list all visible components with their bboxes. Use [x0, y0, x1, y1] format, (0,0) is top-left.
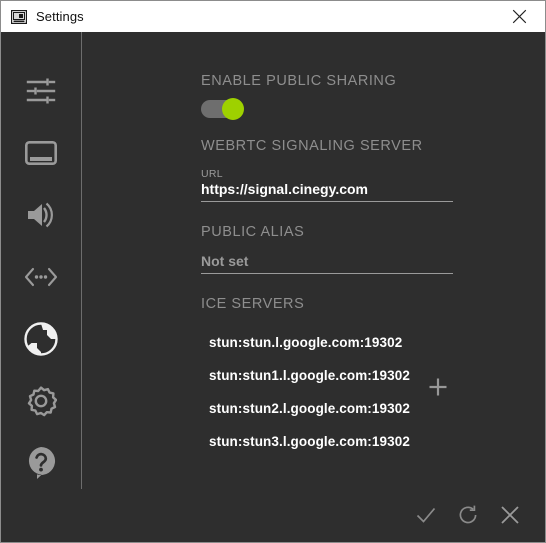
sidebar-item-api[interactable] — [1, 246, 81, 308]
refresh-icon — [459, 505, 477, 524]
speaker-icon — [28, 202, 53, 228]
sidebar-item-screen[interactable] — [1, 122, 81, 184]
toggle-knob — [222, 98, 244, 120]
signaling-url-field[interactable]: URL https://signal.cinegy.com — [201, 168, 453, 202]
globe-icon — [24, 322, 58, 356]
list-item[interactable]: stun:stun2.l.google.com:19302 — [209, 392, 410, 425]
code-brackets-icon — [24, 267, 58, 287]
app-monitor-icon — [11, 9, 27, 24]
sidebar — [1, 32, 82, 489]
enable-public-sharing-heading: ENABLE PUBLIC SHARING — [201, 73, 397, 89]
public-alias-heading: PUBLIC ALIAS — [201, 224, 305, 240]
sidebar-item-network[interactable] — [1, 308, 81, 370]
add-ice-server-button[interactable] — [428, 377, 448, 397]
reset-button[interactable] — [447, 494, 489, 536]
footer-action-bar — [1, 488, 545, 542]
list-item[interactable]: stun:stun.l.google.com:19302 — [209, 326, 410, 359]
window-title: Settings — [36, 9, 84, 24]
list-item[interactable]: stun:stun3.l.google.com:19302 — [209, 425, 410, 458]
sidebar-item-sliders[interactable] — [1, 60, 81, 122]
title-bar: Settings — [1, 1, 545, 32]
sidebar-item-general[interactable] — [1, 370, 81, 432]
sidebar-item-audio[interactable] — [1, 184, 81, 246]
plus-icon — [429, 378, 447, 396]
ice-servers-heading: ICE SERVERS — [201, 296, 305, 312]
gear-icon — [27, 386, 57, 417]
public-alias-value: Not set — [201, 253, 249, 269]
signaling-url-value: https://signal.cinegy.com — [201, 181, 368, 197]
apply-button[interactable] — [405, 494, 447, 536]
window-close-button[interactable] — [501, 1, 537, 32]
signaling-url-label: URL — [201, 168, 223, 180]
list-item[interactable]: stun:stun1.l.google.com:19302 — [209, 359, 410, 392]
public-alias-field[interactable]: Not set — [201, 253, 453, 274]
monitor-icon — [25, 141, 57, 165]
settings-window: Settings ENABLE PUBLIC SHARING WEBRTC SI… — [0, 0, 546, 543]
check-icon — [416, 507, 436, 523]
question-mark-icon — [28, 446, 56, 479]
enable-public-sharing-toggle[interactable] — [201, 98, 244, 120]
signaling-url-underline — [201, 201, 453, 202]
webrtc-signaling-server-heading: WEBRTC SIGNALING SERVER — [201, 138, 423, 154]
ice-servers-list: stun:stun.l.google.com:19302 stun:stun1.… — [209, 326, 410, 458]
window-body: ENABLE PUBLIC SHARING WEBRTC SIGNALING S… — [1, 32, 545, 489]
close-icon — [512, 9, 526, 24]
close-icon — [501, 506, 519, 524]
cancel-button[interactable] — [489, 494, 531, 536]
public-alias-underline — [201, 273, 453, 274]
sliders-icon — [26, 78, 56, 104]
settings-panel: ENABLE PUBLIC SHARING WEBRTC SIGNALING S… — [81, 32, 545, 488]
sidebar-item-help[interactable] — [1, 432, 81, 494]
